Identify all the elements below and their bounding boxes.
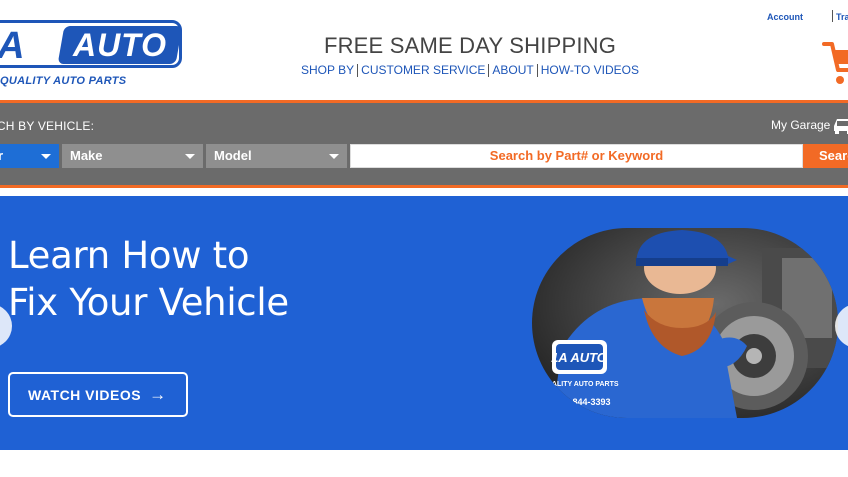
caret-down-icon xyxy=(185,154,195,159)
search-by-vehicle-label: RCH BY VEHICLE: xyxy=(0,119,95,133)
make-select-value: Make xyxy=(70,148,103,163)
mechanic-photo: 1A AUTO QUALITY AUTO PARTS -844-3393 xyxy=(532,228,838,418)
nav-how-to-videos[interactable]: HOW-TO VIDEOS xyxy=(541,63,639,77)
hero-title: Learn How to Fix Your Vehicle xyxy=(8,232,289,326)
logo-badge: 1A AUTO xyxy=(0,20,183,68)
site-header: 1A AUTO QUALITY AUTO PARTS FREE SAME DAY… xyxy=(0,0,848,100)
year-select-value: r xyxy=(0,148,4,163)
nav-about[interactable]: ABOUT xyxy=(492,63,533,77)
nav-separator xyxy=(357,64,359,78)
shipping-title: FREE SAME DAY SHIPPING xyxy=(323,33,617,58)
nav-separator xyxy=(488,64,490,78)
caret-down-icon xyxy=(329,154,339,159)
make-select[interactable]: Make xyxy=(62,144,203,168)
logo-right-box: AUTO xyxy=(57,26,183,64)
watch-videos-button[interactable]: WATCH VIDEOS → xyxy=(8,372,188,417)
hero-title-line-1: Learn How to xyxy=(8,234,250,277)
nav-customer-service[interactable]: CUSTOMER SERVICE xyxy=(361,63,485,77)
nav-separator xyxy=(536,64,538,78)
keyword-search-input[interactable]: Search by Part# or Keyword xyxy=(350,144,803,168)
model-select[interactable]: Model xyxy=(206,144,347,168)
shirt-tagline: QUALITY AUTO PARTS xyxy=(541,381,618,388)
hero-title-line-2: Fix Your Vehicle xyxy=(8,281,289,324)
logo-tagline: QUALITY AUTO PARTS xyxy=(0,75,127,87)
year-select[interactable]: r xyxy=(0,144,59,168)
header-nav: SHOP BY CUSTOMER SERVICE ABOUT HOW-TO VIDEO… xyxy=(290,63,650,78)
logo-left-text: 1A xyxy=(0,26,25,66)
nav-shop-by[interactable]: SHOP BY xyxy=(301,63,354,77)
cart-icon[interactable] xyxy=(822,36,848,88)
arrow-right-icon: → xyxy=(149,385,167,404)
shirt-logo-text: 1A AUTO xyxy=(551,350,607,365)
track-order-link[interactable]: Tra xyxy=(836,12,848,22)
search-button[interactable]: Searc xyxy=(803,144,848,168)
my-garage-link[interactable]: My Garage xyxy=(771,118,830,132)
account-link[interactable]: Account xyxy=(767,12,803,22)
header-separator xyxy=(832,10,833,22)
caret-down-icon xyxy=(41,154,51,159)
garage-car-icon[interactable] xyxy=(831,115,848,135)
hero-banner: Learn How to Fix Your Vehicle WATCH VIDE… xyxy=(0,196,848,450)
searchbar-divider xyxy=(0,185,848,188)
model-select-value: Model xyxy=(214,148,252,163)
shirt-phone: -844-3393 xyxy=(569,397,610,407)
logo-right-text: AUTO xyxy=(72,27,168,63)
watch-videos-label: WATCH VIDEOS xyxy=(28,387,142,403)
vehicle-search-bar: RCH BY VEHICLE: My Garage r Make Model S… xyxy=(0,103,848,185)
logo[interactable]: 1A AUTO QUALITY AUTO PARTS xyxy=(0,20,183,90)
